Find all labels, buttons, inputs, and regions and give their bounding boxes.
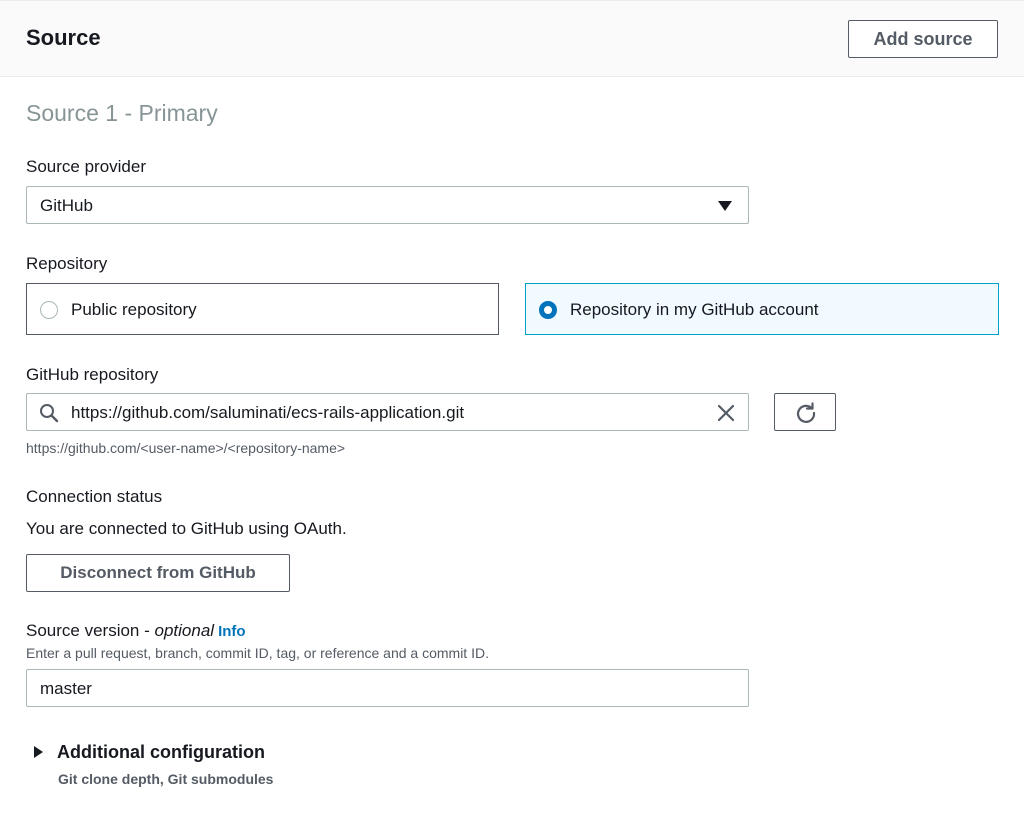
github-account-repository-option[interactable]: Repository in my GitHub account <box>525 283 999 335</box>
connection-status-text: You are connected to GitHub using OAuth. <box>26 519 347 538</box>
repository-label: Repository <box>26 254 108 273</box>
github-repository-hint: https://github.com/<user-name>/<reposito… <box>26 440 346 456</box>
source-version-value: master <box>40 679 92 698</box>
disconnect-github-button[interactable]: Disconnect from GitHub <box>26 554 290 592</box>
caret-down-icon <box>718 201 732 211</box>
radio-checked-icon[interactable] <box>539 301 557 319</box>
source-provider-label: Source provider <box>26 157 147 176</box>
refresh-icon <box>797 402 816 423</box>
search-icon <box>40 404 59 423</box>
additional-configuration-subtitle: Git clone depth, Git submodules <box>58 771 274 787</box>
github-repository-label: GitHub repository <box>26 365 159 384</box>
refresh-button[interactable] <box>774 393 836 431</box>
additional-configuration-title: Additional configuration <box>57 742 265 762</box>
source-provider-select[interactable]: GitHub <box>26 186 749 224</box>
public-repository-option[interactable]: Public repository <box>26 283 499 335</box>
radio-unchecked-icon[interactable] <box>40 301 58 319</box>
source-version-input[interactable]: master <box>26 669 749 707</box>
connection-status-label: Connection status <box>26 487 163 506</box>
optional-tag: optional <box>154 621 215 640</box>
source-version-description: Enter a pull request, branch, commit ID,… <box>26 645 489 661</box>
page-title: Source <box>26 25 101 50</box>
source-header: Source Add source <box>0 0 1024 77</box>
close-icon[interactable] <box>716 403 736 423</box>
github-repository-value: https://github.com/saluminati/ecs-rails-… <box>71 403 465 422</box>
source-provider-value: GitHub <box>40 196 93 215</box>
section-title: Source 1 - Primary <box>26 100 218 126</box>
source-version-label-text: Source version - <box>26 621 155 640</box>
caret-right-icon <box>34 746 43 758</box>
public-repository-label: Public repository <box>71 300 197 319</box>
add-source-button[interactable]: Add source <box>848 20 998 58</box>
source-version-label: Source version - optional Info <box>26 621 246 641</box>
github-repository-input[interactable]: https://github.com/saluminati/ecs-rails-… <box>26 393 749 431</box>
github-account-repository-label: Repository in my GitHub account <box>570 300 819 319</box>
info-link[interactable]: Info <box>218 623 246 640</box>
